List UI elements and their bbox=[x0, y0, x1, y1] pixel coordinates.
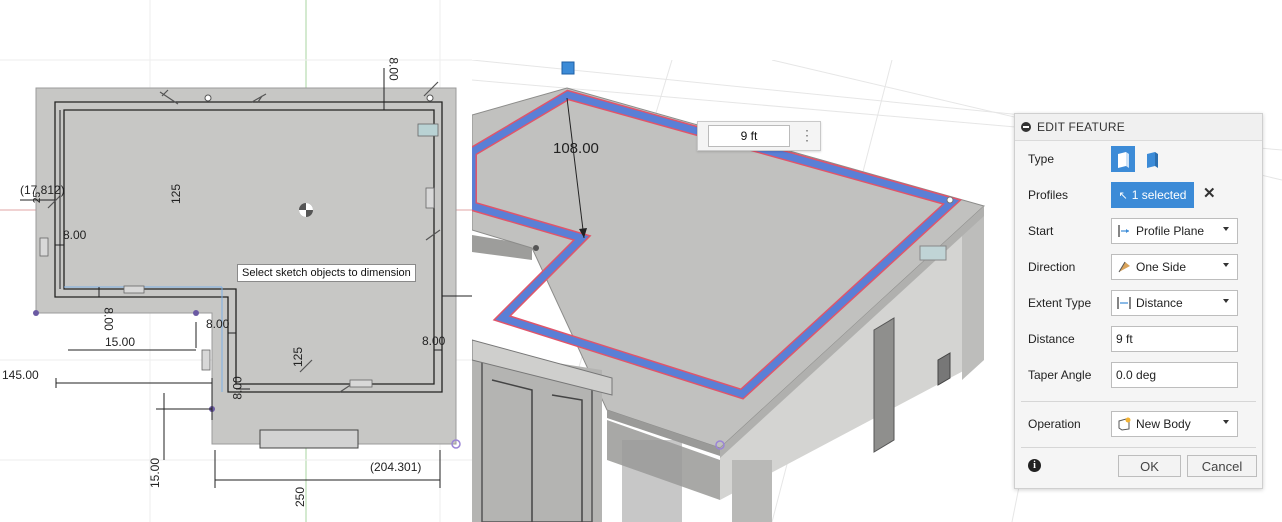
dim-inner-125[interactable]: 125 bbox=[291, 347, 305, 367]
start-label: Start bbox=[1028, 224, 1054, 238]
operation-label: Operation bbox=[1028, 417, 1081, 431]
extent-type-row: Extent Type Distance bbox=[1015, 288, 1262, 318]
dim-notch-15[interactable]: 15.00 bbox=[105, 335, 135, 349]
operation-row: Operation New Body bbox=[1015, 409, 1262, 439]
new-body-icon bbox=[1118, 417, 1131, 431]
chevron-down-icon bbox=[1223, 227, 1229, 231]
sketch-canvas[interactable] bbox=[0, 0, 472, 522]
extent-type-dropdown[interactable]: Distance bbox=[1111, 290, 1238, 316]
direction-row: Direction One Side bbox=[1015, 252, 1262, 282]
panel-header[interactable]: EDIT FEATURE bbox=[1015, 114, 1262, 141]
direction-value: One Side bbox=[1136, 260, 1187, 274]
start-dropdown[interactable]: Profile Plane bbox=[1111, 218, 1238, 244]
distance-label: Distance bbox=[1028, 332, 1075, 346]
panel-divider bbox=[1021, 401, 1256, 402]
dim-top-right[interactable]: 8.00 bbox=[387, 57, 401, 80]
dim-height-108[interactable]: 108.00 bbox=[553, 140, 599, 157]
thin-type-button[interactable] bbox=[1139, 146, 1163, 172]
type-row: Type bbox=[1015, 144, 1262, 174]
thin-extrude-icon bbox=[1147, 152, 1158, 168]
more-options-icon[interactable]: ⋮ bbox=[800, 126, 814, 144]
dim-vertical-125[interactable]: 125 bbox=[169, 184, 183, 204]
start-row: Start Profile Plane bbox=[1015, 216, 1262, 246]
extent-type-label: Extent Type bbox=[1028, 296, 1092, 310]
solid-type-button[interactable] bbox=[1111, 146, 1135, 172]
profiles-label: Profiles bbox=[1028, 188, 1069, 202]
dim-width-250[interactable]: 250 bbox=[293, 487, 307, 507]
profile-plane-icon bbox=[1118, 225, 1129, 237]
taper-angle-label: Taper Angle bbox=[1028, 368, 1092, 382]
one-side-icon bbox=[1118, 261, 1130, 273]
taper-angle-input[interactable]: 0.0 deg bbox=[1111, 362, 1238, 388]
cursor-arrow-icon: ↖ bbox=[1118, 189, 1128, 202]
dim-vertical-15[interactable]: 15.00 bbox=[148, 458, 162, 488]
dim-notch-vertical[interactable]: 8.00 bbox=[102, 307, 116, 330]
operation-value: New Body bbox=[1136, 417, 1191, 431]
dim-left-wall[interactable]: 8.00 bbox=[63, 228, 86, 242]
edit-feature-panel: EDIT FEATURE Type Profiles ↖ 1 selected … bbox=[1014, 113, 1263, 489]
panel-divider bbox=[1021, 447, 1256, 448]
direction-label: Direction bbox=[1028, 260, 1076, 274]
ok-button[interactable]: OK bbox=[1118, 455, 1181, 477]
clear-selection-icon[interactable]: ✕ bbox=[1203, 186, 1216, 202]
taper-angle-value: 0.0 deg bbox=[1116, 368, 1157, 382]
distance-input[interactable]: 9 ft bbox=[1111, 326, 1238, 352]
distance-row: Distance 9 ft bbox=[1015, 324, 1262, 354]
info-icon[interactable]: i bbox=[1028, 459, 1041, 472]
panel-title: EDIT FEATURE bbox=[1037, 120, 1125, 134]
chevron-down-icon bbox=[1223, 420, 1229, 424]
profiles-row: Profiles ↖ 1 selected ✕ bbox=[1015, 180, 1262, 210]
dim-reference-204[interactable]: (204.301) bbox=[370, 460, 421, 474]
dim-left-small[interactable]: 25 bbox=[32, 192, 43, 203]
distance-manipulator-input[interactable]: 9 ft bbox=[708, 125, 790, 147]
solid-extrude-icon bbox=[1118, 152, 1129, 168]
direction-dropdown[interactable]: One Side bbox=[1111, 254, 1238, 280]
dim-width-145[interactable]: 145.00 bbox=[2, 368, 39, 382]
type-label: Type bbox=[1028, 152, 1055, 166]
collapse-icon[interactable] bbox=[1021, 122, 1031, 132]
operation-dropdown[interactable]: New Body bbox=[1111, 411, 1238, 437]
distance-icon bbox=[1117, 297, 1131, 309]
taper-angle-row: Taper Angle 0.0 deg bbox=[1015, 360, 1262, 390]
dimension-tooltip: Select sketch objects to dimension bbox=[237, 264, 416, 282]
cancel-button[interactable]: Cancel bbox=[1187, 455, 1257, 477]
dim-notch-horizontal[interactable]: 8.00 bbox=[206, 317, 229, 331]
dim-right-wall[interactable]: 8.00 bbox=[422, 334, 445, 348]
profiles-selection-count: 1 selected bbox=[1131, 188, 1187, 202]
dim-bottom-wall[interactable]: 8.00 bbox=[231, 376, 245, 399]
profiles-selection-button[interactable]: ↖ 1 selected bbox=[1111, 182, 1194, 208]
chevron-down-icon bbox=[1223, 299, 1229, 303]
chevron-down-icon bbox=[1223, 263, 1229, 267]
extent-type-value: Distance bbox=[1136, 296, 1183, 310]
start-value: Profile Plane bbox=[1136, 224, 1205, 238]
distance-value: 9 ft bbox=[1116, 332, 1133, 346]
distance-manipulator[interactable]: 9 ft ⋮ bbox=[697, 121, 821, 151]
